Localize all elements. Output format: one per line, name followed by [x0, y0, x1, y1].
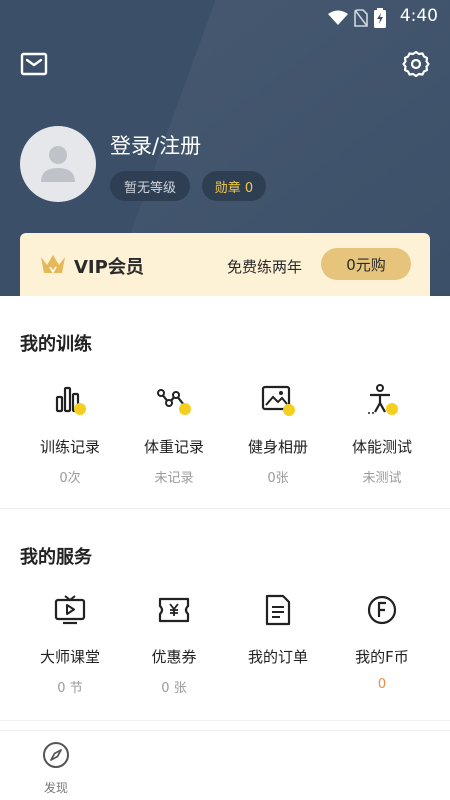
- order-list-icon: [265, 594, 291, 626]
- f-coin-item[interactable]: 我的F币 0: [330, 590, 434, 696]
- fitness-test-item[interactable]: 体能测试 未测试: [330, 380, 434, 486]
- f-coin-icon: [367, 595, 397, 625]
- fitness-album-value: 0张: [267, 471, 289, 486]
- level-badge[interactable]: 暂无等级: [110, 171, 190, 201]
- services-section-title: 我的服务: [20, 547, 92, 568]
- weight-records-item[interactable]: 体重记录 未记录: [122, 380, 226, 486]
- my-orders-item[interactable]: 我的订单: [226, 590, 330, 696]
- training-records-value: 0次: [59, 471, 81, 486]
- f-coin-value: 0: [377, 677, 387, 692]
- mail-icon: [20, 52, 48, 76]
- profile-header: 4:40 登录/注册 暂无等级 勋章 0 VIP会员 免费练两年 0元购: [0, 0, 450, 296]
- status-bar: 4:40: [0, 0, 450, 32]
- bar-chart-icon: [55, 386, 86, 415]
- medal-badge[interactable]: 勋章 0: [202, 171, 266, 201]
- training-records-item[interactable]: 训练记录 0次: [18, 380, 122, 486]
- coupon-value: 0 张: [161, 681, 187, 696]
- training-section-title: 我的训练: [20, 334, 92, 355]
- status-time: 4:40: [399, 6, 438, 26]
- training-grid: 训练记录 0次 体重记录 未记录 健身相册 0张 体能测试 未测试: [0, 380, 450, 486]
- vip-card[interactable]: VIP会员 免费练两年 0元购: [20, 233, 430, 296]
- no-sim-icon: [354, 9, 368, 27]
- coupon-icon: [158, 597, 190, 623]
- section-divider: [0, 720, 450, 721]
- crown-icon: [41, 255, 65, 274]
- fitness-album-label: 健身相册: [247, 438, 308, 456]
- fitness-test-value: 未测试: [362, 471, 402, 486]
- vip-title: VIP会员: [74, 257, 144, 278]
- video-class-icon: [54, 595, 86, 625]
- services-grid: 大师课堂 0 节 优惠券 0 张 我的订单 我的F币 0: [0, 590, 450, 696]
- weight-records-value: 未记录: [154, 471, 194, 486]
- training-records-label: 训练记录: [39, 438, 100, 456]
- weight-records-label: 体重记录: [143, 438, 204, 456]
- master-class-item[interactable]: 大师课堂 0 节: [18, 590, 122, 696]
- nav-discover-label: 发现: [43, 781, 68, 795]
- login-register-link[interactable]: 登录/注册: [110, 130, 201, 160]
- default-user-icon: [41, 146, 75, 182]
- coupon-label: 优惠券: [151, 648, 197, 666]
- fitness-test-icon: [368, 384, 398, 415]
- f-coin-label: 我的F币: [355, 648, 409, 666]
- settings-button[interactable]: [402, 50, 430, 78]
- master-class-value: 0 节: [57, 681, 83, 696]
- my-orders-label: 我的订单: [247, 648, 308, 666]
- weight-trend-icon: [157, 389, 191, 415]
- mail-button[interactable]: [20, 52, 50, 78]
- fitness-album-item[interactable]: 健身相册 0张: [226, 380, 330, 486]
- section-divider: [0, 508, 450, 509]
- vip-promo-text: 免费练两年: [227, 258, 303, 276]
- avatar[interactable]: [20, 126, 96, 202]
- coupon-item[interactable]: 优惠券 0 张: [122, 590, 226, 696]
- battery-charging-icon: [374, 8, 386, 28]
- fitness-test-label: 体能测试: [351, 438, 412, 456]
- vip-buy-button[interactable]: 0元购: [321, 248, 411, 280]
- profile-screen: 4:40 登录/注册 暂无等级 勋章 0 VIP会员 免费练两年 0元购 我的训…: [0, 0, 450, 800]
- status-icons: [328, 8, 386, 28]
- nav-discover[interactable]: 发现: [28, 741, 84, 796]
- compass-icon: [43, 742, 69, 768]
- wifi-icon: [328, 10, 348, 25]
- bottom-nav: 发现: [0, 730, 450, 800]
- gear-icon: [402, 50, 430, 78]
- photo-album-icon: [261, 385, 295, 416]
- master-class-label: 大师课堂: [39, 648, 100, 666]
